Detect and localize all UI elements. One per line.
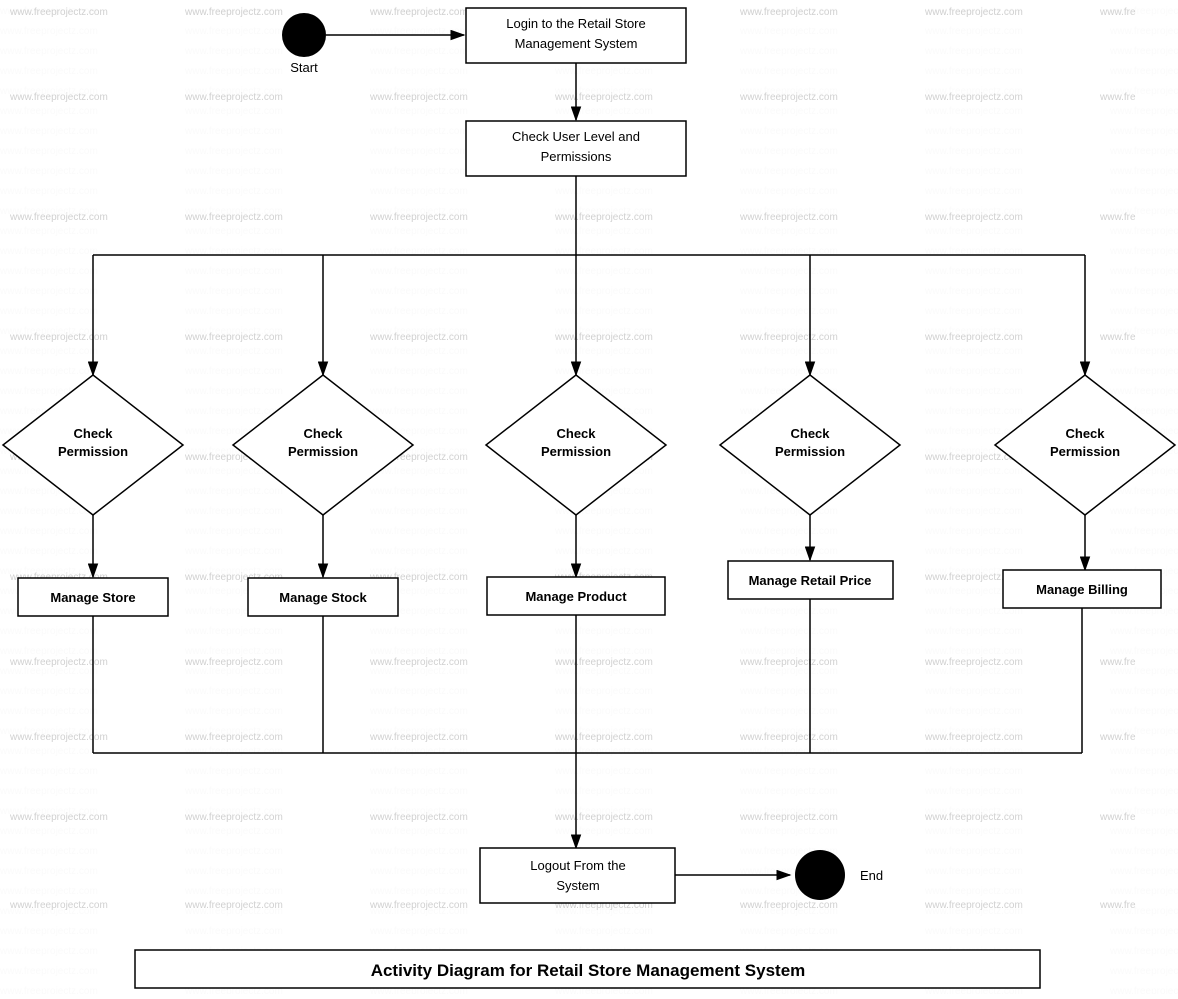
svg-text:Manage Stock: Manage Stock bbox=[279, 590, 367, 605]
svg-text:www.freeprojectz.com: www.freeprojectz.com bbox=[9, 212, 108, 223]
svg-text:www.fre: www.fre bbox=[1099, 7, 1136, 18]
svg-text:www.freeprojectz.com: www.freeprojectz.com bbox=[369, 332, 468, 343]
diagram-container: www.freeprojectz.com www.freeprojectz.co… bbox=[0, 0, 1178, 994]
svg-text:Start: Start bbox=[290, 60, 318, 75]
svg-text:Check User Level and: Check User Level and bbox=[512, 129, 640, 144]
diagram-title: Activity Diagram for Retail Store Manage… bbox=[371, 961, 806, 980]
svg-text:Manage Billing: Manage Billing bbox=[1036, 582, 1128, 597]
svg-text:Permissions: Permissions bbox=[541, 149, 612, 164]
svg-text:www.freeprojectz.com: www.freeprojectz.com bbox=[739, 812, 838, 823]
svg-text:www.freeprojectz.com: www.freeprojectz.com bbox=[739, 212, 838, 223]
svg-text:Permission: Permission bbox=[288, 444, 358, 459]
svg-text:www.freeprojectz.com: www.freeprojectz.com bbox=[9, 900, 108, 911]
svg-text:www.freeprojectz.com: www.freeprojectz.com bbox=[184, 92, 283, 103]
svg-text:Permission: Permission bbox=[58, 444, 128, 459]
svg-text:www.freeprojectz.com: www.freeprojectz.com bbox=[184, 900, 283, 911]
svg-text:www.freeprojectz.com: www.freeprojectz.com bbox=[184, 212, 283, 223]
svg-text:End: End bbox=[860, 868, 883, 883]
svg-text:Permission: Permission bbox=[775, 444, 845, 459]
svg-text:www.freeprojectz.com: www.freeprojectz.com bbox=[184, 812, 283, 823]
svg-text:www.freeprojectz.com: www.freeprojectz.com bbox=[924, 812, 1023, 823]
svg-text:Check: Check bbox=[73, 426, 113, 441]
svg-text:www.fre: www.fre bbox=[1099, 732, 1136, 743]
svg-text:www.fre: www.fre bbox=[1099, 812, 1136, 823]
svg-text:www.freeprojectz.com: www.freeprojectz.com bbox=[924, 92, 1023, 103]
svg-text:www.freeprojectz.com: www.freeprojectz.com bbox=[924, 900, 1023, 911]
svg-text:Permission: Permission bbox=[1050, 444, 1120, 459]
svg-text:www.freeprojectz.com: www.freeprojectz.com bbox=[369, 92, 468, 103]
svg-text:www.freeprojectz.com: www.freeprojectz.com bbox=[554, 332, 653, 343]
svg-text:Check: Check bbox=[1065, 426, 1105, 441]
svg-text:Manage Store: Manage Store bbox=[50, 590, 135, 605]
svg-text:www.freeprojectz.com: www.freeprojectz.com bbox=[184, 732, 283, 743]
svg-text:www.freeprojectz.com: www.freeprojectz.com bbox=[369, 212, 468, 223]
svg-text:Check: Check bbox=[303, 426, 343, 441]
svg-text:www.freeprojectz.com: www.freeprojectz.com bbox=[369, 900, 468, 911]
start-node bbox=[282, 13, 326, 57]
svg-text:Permission: Permission bbox=[541, 444, 611, 459]
svg-text:www.freeprojectz.com: www.freeprojectz.com bbox=[924, 332, 1023, 343]
svg-text:www.freeprojectz.com: www.freeprojectz.com bbox=[369, 7, 468, 18]
svg-text:www.fre: www.fre bbox=[1099, 657, 1136, 668]
svg-text:Manage Retail Price: Manage Retail Price bbox=[749, 573, 872, 588]
svg-text:www.freeprojectz.com: www.freeprojectz.com bbox=[184, 7, 283, 18]
svg-text:Manage Product: Manage Product bbox=[525, 589, 627, 604]
svg-text:Login to the Retail Store: Login to the Retail Store bbox=[506, 16, 645, 31]
svg-text:www.freeprojectz.com: www.freeprojectz.com bbox=[739, 900, 838, 911]
svg-text:Check: Check bbox=[556, 426, 596, 441]
svg-text:www.freeprojectz.com: www.freeprojectz.com bbox=[369, 812, 468, 823]
svg-text:www.freeprojectz.com: www.freeprojectz.com bbox=[554, 657, 653, 668]
svg-text:www.freeprojectz.com: www.freeprojectz.com bbox=[369, 657, 468, 668]
svg-text:Logout From the: Logout From the bbox=[530, 858, 625, 873]
svg-text:www.freeprojectz.com: www.freeprojectz.com bbox=[9, 92, 108, 103]
svg-text:www.freeprojectz.com: www.freeprojectz.com bbox=[739, 732, 838, 743]
svg-text:www.freeprojectz.com: www.freeprojectz.com bbox=[184, 332, 283, 343]
svg-text:www.freeprojectz.com: www.freeprojectz.com bbox=[739, 657, 838, 668]
svg-text:www.freeprojectz.com: www.freeprojectz.com bbox=[924, 7, 1023, 18]
svg-text:www.freeprojectz.com: www.freeprojectz.com bbox=[369, 732, 468, 743]
svg-text:www.freeprojectz.com: www.freeprojectz.com bbox=[924, 212, 1023, 223]
svg-text:Management System: Management System bbox=[515, 36, 638, 51]
svg-text:www.fre: www.fre bbox=[1099, 332, 1136, 343]
svg-text:Check: Check bbox=[790, 426, 830, 441]
svg-text:www.fre: www.fre bbox=[1099, 212, 1136, 223]
svg-text:www.freeprojectz.com: www.freeprojectz.com bbox=[554, 732, 653, 743]
svg-text:www.fre: www.fre bbox=[1099, 900, 1136, 911]
svg-text:www.freeprojectz.com: www.freeprojectz.com bbox=[554, 212, 653, 223]
svg-text:www.freeprojectz.com: www.freeprojectz.com bbox=[739, 332, 838, 343]
logout-node bbox=[480, 848, 675, 903]
svg-text:www.freeprojectz.com: www.freeprojectz.com bbox=[554, 92, 653, 103]
svg-text:www.fre: www.fre bbox=[1099, 92, 1136, 103]
svg-text:www.freeprojectz.com: www.freeprojectz.com bbox=[9, 812, 108, 823]
svg-text:System: System bbox=[556, 878, 599, 893]
svg-text:www.freeprojectz.com: www.freeprojectz.com bbox=[739, 92, 838, 103]
end-node bbox=[795, 850, 845, 900]
svg-text:www.freeprojectz.com: www.freeprojectz.com bbox=[924, 732, 1023, 743]
svg-text:www.freeprojectz.com: www.freeprojectz.com bbox=[739, 7, 838, 18]
svg-text:www.freeprojectz.com: www.freeprojectz.com bbox=[924, 657, 1023, 668]
svg-text:www.freeprojectz.com: www.freeprojectz.com bbox=[184, 657, 283, 668]
svg-text:www.freeprojectz.com: www.freeprojectz.com bbox=[9, 7, 108, 18]
svg-text:www.freeprojectz.com: www.freeprojectz.com bbox=[554, 812, 653, 823]
